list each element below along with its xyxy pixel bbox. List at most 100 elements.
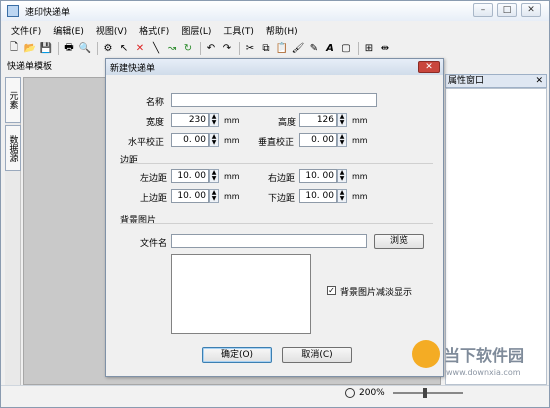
title-bar: 速印快递单 – □ ✕ <box>1 1 549 21</box>
copy-icon[interactable]: ⧉ <box>259 41 273 55</box>
close-window-button[interactable]: ✕ <box>521 3 541 17</box>
hcorr-input[interactable]: 0. 00 <box>171 133 209 147</box>
bottom-margin-label: 下边距 <box>268 194 296 204</box>
watermark: 当下软件园 <box>412 340 524 368</box>
width-label: 宽度 <box>146 118 165 128</box>
vcorr-input[interactable]: 0. 00 <box>299 133 337 147</box>
zoom-icon <box>345 388 355 398</box>
settings-icon[interactable]: ⚙ <box>101 41 115 55</box>
border-icon[interactable]: ▢ <box>339 41 353 55</box>
vcorr-spinner[interactable]: ▲ ▼ <box>337 133 347 147</box>
delete-icon[interactable]: ✕ <box>133 41 147 55</box>
properties-panel-header: 属性窗口 ✕ <box>445 74 547 88</box>
app-icon <box>7 5 19 17</box>
status-bar <box>1 385 549 407</box>
bottom-margin-spinner[interactable]: ▲ ▼ <box>337 189 347 203</box>
line-icon[interactable]: ╲ <box>149 41 163 55</box>
pen-icon[interactable]: ✎ <box>307 41 321 55</box>
width-unit: mm <box>224 116 240 125</box>
close-icon[interactable]: ✕ <box>535 75 543 87</box>
hcorr-label: 水平校正 <box>128 138 165 148</box>
name-label: 名称 <box>146 98 165 108</box>
menu-format[interactable]: 格式(F) <box>139 24 169 37</box>
width-input[interactable]: 230 <box>171 113 209 127</box>
hcorr-spinner[interactable]: ▲ ▼ <box>209 133 219 147</box>
paint-icon[interactable]: 🖌 <box>291 41 305 55</box>
menu-help[interactable]: 帮助(H) <box>266 24 298 37</box>
zoom-slider-knob[interactable] <box>422 388 427 398</box>
cancel-button[interactable]: 取消(C) <box>282 347 352 363</box>
top-margin-spinner[interactable]: ▲ ▼ <box>209 189 219 203</box>
print-preview-icon[interactable]: 🔍 <box>78 41 92 55</box>
left-margin-input[interactable]: 10. 00 <box>171 169 209 183</box>
toolbar-separator <box>200 41 201 55</box>
zoom-slider[interactable] <box>392 388 463 398</box>
name-input[interactable] <box>171 93 377 107</box>
left-margin-label: 左边距 <box>140 174 168 184</box>
window-title: 速印快递单 <box>25 7 71 18</box>
window-controls: – □ ✕ <box>473 3 541 17</box>
print-icon[interactable]: 🖶 <box>62 41 76 55</box>
maximize-button[interactable]: □ <box>497 3 517 17</box>
cut-icon[interactable]: ✂ <box>243 41 257 55</box>
save-icon[interactable]: 💾 <box>39 41 53 55</box>
bottom-margin-input[interactable]: 10. 00 <box>299 189 337 203</box>
dialog-close-button[interactable]: ✕ <box>418 61 440 73</box>
undo-icon[interactable]: ↶ <box>204 41 218 55</box>
redo-icon[interactable]: ↷ <box>220 41 234 55</box>
bottom-margin-unit: mm <box>352 192 368 201</box>
main-toolbar: 🗋 📂 💾 🖶 🔍 ⚙ ↖ ✕ ╲ ↝ ↻ ↶ ↷ ✂ ⧉ 📋 🖌 ✎ A ▢ … <box>7 39 427 57</box>
margin-section-title: 边距 <box>120 156 139 166</box>
tab-datasource[interactable]: 数据源 <box>5 125 21 171</box>
properties-panel-title: 属性窗口 <box>448 76 485 86</box>
menu-view[interactable]: 视图(V) <box>96 24 127 37</box>
left-margin-unit: mm <box>224 172 240 181</box>
bg-section-divider <box>120 223 433 224</box>
paste-icon[interactable]: 📋 <box>275 41 289 55</box>
menu-layer[interactable]: 图层(L) <box>181 24 211 37</box>
dialog-title: 新建快递单 <box>110 63 156 74</box>
watermark-logo-icon <box>412 340 440 368</box>
top-margin-input[interactable]: 10. 00 <box>171 189 209 203</box>
new-file-icon[interactable]: 🗋 <box>7 41 21 55</box>
height-input[interactable]: 126 <box>299 113 337 127</box>
right-margin-spinner[interactable]: ▲ ▼ <box>337 169 347 183</box>
zoom-level: 200% <box>359 388 385 398</box>
margin-section-divider <box>120 163 433 164</box>
right-margin-label: 右边距 <box>268 174 296 184</box>
toolbar-separator <box>358 41 359 55</box>
distribute-icon[interactable]: ⇹ <box>378 41 392 55</box>
text-style-icon[interactable]: A <box>323 41 337 55</box>
left-panel-title: 快递单模板 <box>7 62 53 72</box>
new-waybill-dialog: 新建快递单 ✕ 名称 宽度 230 ▲ ▼ mm 高度 126 ▲ ▼ mm 水平校… <box>105 58 444 377</box>
browse-button[interactable]: 浏览 <box>374 234 424 249</box>
curve-icon[interactable]: ↻ <box>181 41 195 55</box>
height-unit: mm <box>352 116 368 125</box>
width-spinner[interactable]: ▲ ▼ <box>209 113 219 127</box>
watermark-text: 当下软件园 <box>444 346 525 365</box>
right-margin-input[interactable]: 10. 00 <box>299 169 337 183</box>
vcorr-label: 垂直校正 <box>258 138 295 148</box>
arrow-tool-icon[interactable]: ↝ <box>165 41 179 55</box>
menu-file[interactable]: 文件(F) <box>11 24 41 37</box>
background-preview <box>171 254 311 334</box>
bg-section-title: 背景图片 <box>120 216 157 226</box>
left-margin-spinner[interactable]: ▲ ▼ <box>209 169 219 183</box>
top-margin-label: 上边距 <box>140 194 168 204</box>
tab-elements[interactable]: 元素 <box>5 77 21 123</box>
minimize-button[interactable]: – <box>473 3 493 17</box>
pointer-icon[interactable]: ↖ <box>117 41 131 55</box>
fade-checkbox-label: 背景图片减淡显示 <box>340 288 413 298</box>
toolbar-separator <box>58 41 59 55</box>
height-label: 高度 <box>278 118 297 128</box>
top-margin-unit: mm <box>224 192 240 201</box>
menu-tools[interactable]: 工具(T) <box>223 24 254 37</box>
filename-input[interactable] <box>171 234 367 248</box>
open-folder-icon[interactable]: 📂 <box>23 41 37 55</box>
fade-checkbox[interactable]: ✓ <box>327 286 336 295</box>
menu-edit[interactable]: 编辑(E) <box>53 24 84 37</box>
ok-button[interactable]: 确定(O) <box>202 347 272 363</box>
height-spinner[interactable]: ▲ ▼ <box>337 113 347 127</box>
align-icon[interactable]: ⊞ <box>362 41 376 55</box>
dialog-title-bar: 新建快递单 ✕ <box>106 59 443 75</box>
